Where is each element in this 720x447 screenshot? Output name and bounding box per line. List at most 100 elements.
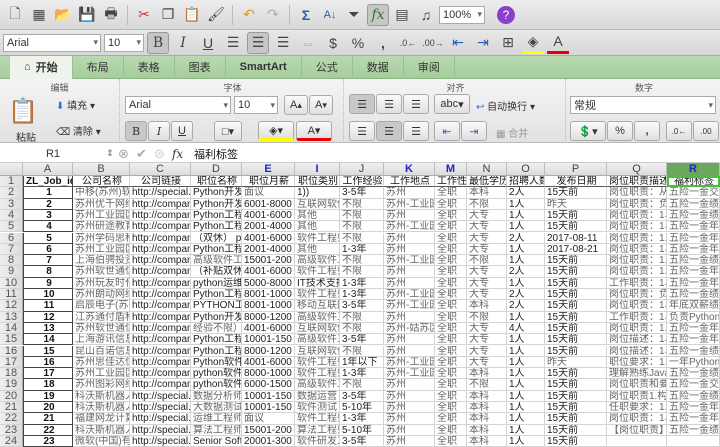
cell-R[interactable]: 五险一金年底 [667,334,720,346]
column-title-cell[interactable]: 福利标签 [667,176,720,188]
cell-C[interactable]: http://special.z [130,402,191,414]
format-painter-icon[interactable]: 🖌 [205,4,227,26]
cell-C[interactable]: http://compan [130,379,191,391]
row-header[interactable]: 24 [0,435,23,447]
cell-P[interactable]: 15天前 [545,424,607,436]
cell-B[interactable]: 江苏通付盾科 [73,311,130,323]
cell-P[interactable]: 15天前 [545,334,607,346]
number-format-select[interactable]: 常规 [570,96,716,114]
column-title-cell[interactable]: 公司链接 [130,176,191,188]
open-icon[interactable]: 📂 [52,4,74,26]
cell-I[interactable]: 高级软件工 [295,311,340,323]
cell-M[interactable]: 全职 [435,266,467,278]
decrease-decimal-icon[interactable]: .00→ [422,32,444,54]
cell-O[interactable]: 2人 [507,300,545,312]
tab-layout[interactable]: 布局 [73,55,124,79]
cell-O[interactable]: 1人 [507,277,545,289]
align-center-icon[interactable]: ☰ [247,31,269,54]
orientation-button[interactable]: abc ▾ [434,94,470,114]
cell-I[interactable]: 软件工程师 [295,368,340,380]
cell-O[interactable]: 1人 [507,209,545,222]
outdent-icon[interactable]: ⇤ [447,32,469,54]
cell-M[interactable]: 全职 [435,390,467,402]
formula-input[interactable]: 福利标签 [194,146,720,162]
cell-R[interactable]: 五险一金年底 [667,221,720,233]
cell-O[interactable]: 1人 [507,413,545,425]
cell-C[interactable]: http://compan [130,289,191,301]
cell-O[interactable]: 1人 [507,198,545,210]
cell-C[interactable]: http://compan [130,322,191,335]
cell-P[interactable]: 15天前 [545,322,607,335]
cell-Q[interactable]: 岗位职责和要 [607,379,667,391]
cell-A[interactable]: 8 [23,266,73,278]
cell-A[interactable]: 17 [23,368,73,380]
cell-I[interactable]: 软件工程师 [295,289,340,301]
tab-data[interactable]: 数据 [353,55,404,79]
cell-R[interactable]: 五险一金年底 [667,402,720,414]
paste-button[interactable]: 粘贴 [16,129,36,144]
cell-E[interactable]: 8000-1200 [242,345,295,357]
cell-C[interactable]: http://special.z [130,390,191,402]
cell-P[interactable]: 昨天 [545,198,607,210]
cell-I[interactable]: 移动互联网 [295,300,340,312]
cell-A[interactable]: 18 [23,379,73,391]
cell-N[interactable]: 大专 [467,345,507,357]
cell-O[interactable]: 1人 [507,311,545,323]
cell-B[interactable]: 科沃斯机器人 [73,390,130,402]
cell-B[interactable]: 科沃斯机器人 [73,402,130,414]
cell-D[interactable]: python软件 [191,379,242,391]
gallery-icon[interactable]: ▦ [28,4,50,26]
cell-N[interactable]: 大专 [467,243,507,256]
cell-K[interactable]: 苏州 [384,209,435,222]
row-header[interactable]: 9 [0,266,23,278]
cell-E[interactable]: 面议 [242,413,295,425]
cell-O[interactable]: 2人 [507,187,545,199]
align-top-icon[interactable]: ☰ [349,94,375,114]
column-header-D[interactable]: D [191,163,242,176]
cell-Q[interactable]: 岗位职责：1.1 [607,232,667,244]
cell-D[interactable]: Python工程 [191,334,242,346]
cell-E[interactable]: 面议 [242,187,295,199]
row-header[interactable]: 17 [0,356,23,369]
cell-J[interactable]: 3-5年 [340,334,384,346]
cell-I[interactable]: 软件测试 [295,402,340,414]
cell-J[interactable]: 1-3年 [340,277,384,289]
ribbon-font-color-icon[interactable]: A▾ [296,121,332,141]
cell-J[interactable]: 不限 [340,209,384,222]
cell-E[interactable]: 15001-200 [242,424,295,436]
cell-B[interactable]: 苏州工业园区 [73,243,130,256]
cell-A[interactable]: 4 [23,221,73,233]
cell-A[interactable]: 15 [23,345,73,357]
row-header[interactable]: 10 [0,277,23,289]
cell-N[interactable]: 本科 [467,424,507,436]
cell-N[interactable]: 本科 [467,390,507,402]
paste-icon[interactable]: 📋 [181,4,203,26]
cell-Q[interactable]: 岗位职责1.构 [607,390,667,402]
cell-D[interactable]: 高级软件工 [191,255,242,267]
undo-icon[interactable]: ↶ [238,4,260,26]
cell-R[interactable]: 五险一金绩效 [667,390,720,402]
bold-button[interactable]: B [147,31,169,54]
cell-K[interactable]: 苏州 [384,379,435,391]
cell-A[interactable]: 1 [23,187,73,199]
indent-icon[interactable]: ⇥ [461,121,487,141]
cell-J[interactable]: 不限 [340,322,384,335]
cell-M[interactable]: 全职 [435,322,467,335]
cell-R[interactable]: 五险一金年底 [667,243,720,256]
cell-R[interactable]: 一年Python开 [667,356,720,369]
cell-N[interactable]: 不限 [467,379,507,391]
cell-K[interactable]: 苏州 [384,311,435,323]
cell-O[interactable]: 2人 [507,289,545,301]
cell-D[interactable]: Python工程 [191,209,242,222]
cell-C[interactable]: http://compan [130,198,191,210]
tab-review[interactable]: 审阅 [404,55,455,79]
cell-A[interactable]: 7 [23,255,73,267]
cell-M[interactable]: 全职 [435,243,467,256]
cell-B[interactable]: 苏州工业园区 [73,368,130,380]
cell-I[interactable]: 互联网软件 [295,322,340,335]
borders-icon[interactable]: ⊞ [497,32,519,54]
cell-M[interactable]: 全职 [435,379,467,391]
cell-K[interactable]: 苏州 [384,334,435,346]
cell-A[interactable]: 3 [23,209,73,222]
cell-J[interactable]: 5-10年 [340,424,384,436]
